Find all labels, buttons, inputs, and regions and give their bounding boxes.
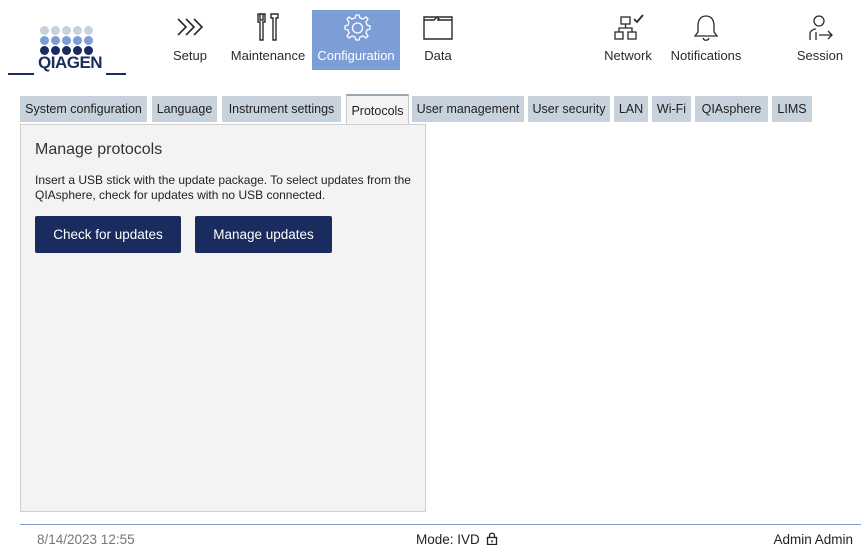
- tab-protocols[interactable]: Protocols: [346, 94, 409, 125]
- footer-datetime: 8/14/2023 12:55: [37, 532, 135, 546]
- manage-protocols-panel: Manage protocols Insert a USB stick with…: [20, 124, 426, 512]
- nav-data[interactable]: Data: [416, 10, 460, 70]
- network-connected-icon: [614, 14, 644, 40]
- tab-qiasphere[interactable]: QIAsphere: [695, 96, 768, 122]
- nav-configuration-label: Configuration: [317, 48, 395, 63]
- tab-lan[interactable]: LAN: [614, 96, 648, 122]
- check-for-updates-button[interactable]: Check for updates: [35, 216, 181, 253]
- footer-mode: Mode: IVD: [416, 532, 498, 546]
- nav-session[interactable]: Session: [792, 10, 848, 70]
- nav-network[interactable]: Network: [600, 10, 656, 70]
- tools-icon: [257, 13, 279, 41]
- folder-icon: [423, 16, 453, 40]
- nav-network-label: Network: [604, 48, 652, 63]
- logo-underline-left: [8, 73, 34, 75]
- panel-description: Insert a USB stick with the update packa…: [35, 173, 411, 202]
- mode-label: Mode: IVD: [416, 532, 480, 546]
- nav-configuration[interactable]: Configuration: [312, 10, 400, 70]
- bell-icon: [693, 15, 719, 41]
- tab-user-security[interactable]: User security: [528, 96, 610, 122]
- footer-divider: [20, 524, 861, 525]
- nav-maintenance[interactable]: Maintenance: [226, 10, 310, 70]
- tab-wifi[interactable]: Wi-Fi: [652, 96, 691, 122]
- qiagen-logo: QIAGEN: [8, 26, 126, 78]
- chevrons-right-icon: [177, 18, 204, 36]
- tab-lims[interactable]: LIMS: [772, 96, 812, 122]
- nav-notifications[interactable]: Notifications: [666, 10, 746, 70]
- lock-icon: [486, 532, 497, 546]
- nav-setup[interactable]: Setup: [165, 10, 215, 70]
- nav-session-label: Session: [796, 48, 844, 63]
- nav-setup-label: Setup: [173, 48, 207, 63]
- tab-user-management[interactable]: User management: [412, 96, 524, 122]
- logo-underline-right: [106, 73, 126, 75]
- user-logout-icon: [809, 15, 833, 40]
- manage-updates-button[interactable]: Manage updates: [195, 216, 332, 253]
- tab-instrument-settings[interactable]: Instrument settings: [222, 96, 341, 122]
- logo-dots: [40, 26, 102, 56]
- logo-wordmark: QIAGEN: [38, 53, 103, 72]
- gear-icon: [344, 14, 371, 41]
- nav-maintenance-label: Maintenance: [230, 48, 306, 63]
- tab-language[interactable]: Language: [152, 96, 217, 122]
- tab-system-configuration[interactable]: System configuration: [20, 96, 147, 122]
- top-navigation-bar: QIAGEN Setup Maintenance Configuration D…: [0, 0, 861, 90]
- footer-user[interactable]: Admin Admin: [773, 532, 853, 546]
- panel-title: Manage protocols: [35, 141, 163, 158]
- nav-data-label: Data: [424, 48, 452, 63]
- nav-notifications-label: Notifications: [670, 48, 742, 63]
